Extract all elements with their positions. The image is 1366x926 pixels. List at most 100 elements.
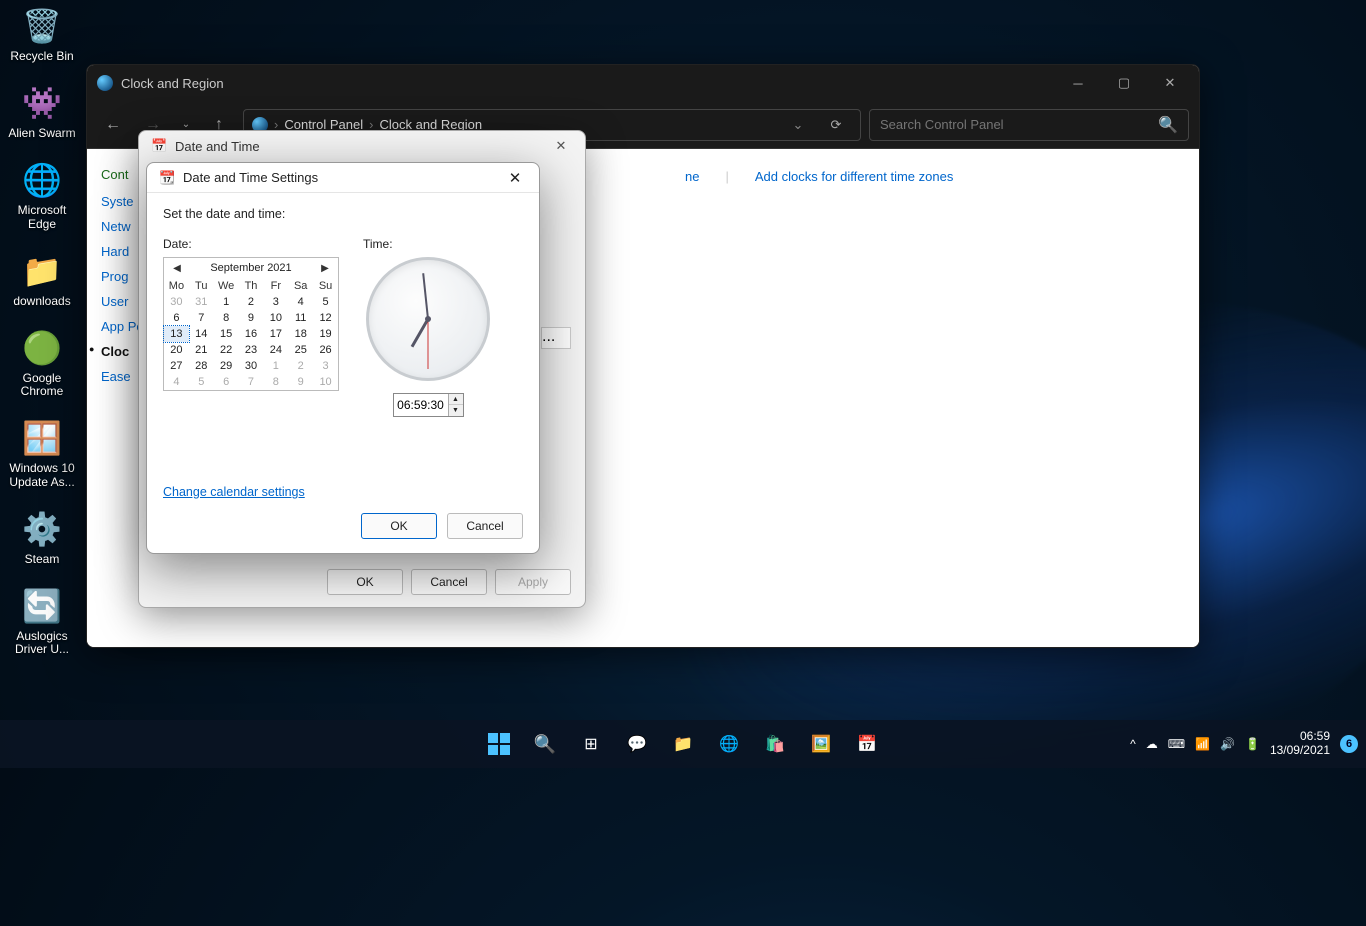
calendar-day[interactable]: 3 <box>263 294 288 310</box>
calendar-day[interactable]: 1 <box>214 294 239 310</box>
calendar-day[interactable]: 7 <box>239 374 264 390</box>
calendar-month[interactable]: September 2021 <box>210 262 291 274</box>
calendar-day[interactable]: 9 <box>288 374 313 390</box>
auslogics-icon: 🔄 <box>20 584 64 628</box>
link-add-clocks[interactable]: Add clocks for different time zones <box>755 169 953 184</box>
back-button[interactable]: ← <box>97 109 129 141</box>
edge-button[interactable]: 🌐 <box>709 724 749 764</box>
calendar-day[interactable]: 19 <box>313 326 338 342</box>
minimize-button[interactable]: ─ <box>1055 68 1101 98</box>
google-chrome-icon: 🟢 <box>20 326 64 370</box>
link-change-timezone-partial[interactable]: ne <box>685 169 699 184</box>
calendar[interactable]: ◀ September 2021 ▶ MoTuWeThFrSaSu3031123… <box>163 257 339 391</box>
maximize-button[interactable]: ▢ <box>1101 68 1147 98</box>
file-explorer-button[interactable]: 📁 <box>663 724 703 764</box>
desktop-icon-google-chrome[interactable]: 🟢Google Chrome <box>4 326 80 398</box>
calendar-day[interactable]: 16 <box>239 326 264 342</box>
calendar-day[interactable]: 23 <box>239 342 264 358</box>
calendar-day[interactable]: 4 <box>288 294 313 310</box>
tray-overflow-icon[interactable]: ^ <box>1130 737 1136 751</box>
chat-button[interactable]: 💬 <box>617 724 657 764</box>
calendar-day[interactable]: 30 <box>164 294 189 310</box>
volume-icon[interactable]: 🔊 <box>1220 737 1235 751</box>
desktop-icon-alien-swarm[interactable]: 👾Alien Swarm <box>4 81 80 140</box>
close-button[interactable]: ✕ <box>1147 68 1193 98</box>
calendar-day[interactable]: 4 <box>164 374 189 390</box>
time-input[interactable] <box>394 394 448 416</box>
desktop-icon-downloads[interactable]: 📁downloads <box>4 249 80 308</box>
desktop-icon-auslogics[interactable]: 🔄Auslogics Driver U... <box>4 584 80 656</box>
start-button[interactable] <box>479 724 519 764</box>
calendar-day[interactable]: 15 <box>214 326 239 342</box>
calendar-day[interactable]: 10 <box>313 374 338 390</box>
calendar-day[interactable]: 22 <box>214 342 239 358</box>
calendar-day[interactable]: 12 <box>313 310 338 326</box>
search-button[interactable]: 🔍 <box>525 724 565 764</box>
search-input[interactable] <box>880 117 1158 132</box>
time-spin-down[interactable]: ▼ <box>449 405 463 416</box>
calendar-day[interactable]: 2 <box>288 358 313 374</box>
keyboard-icon[interactable]: ⌨ <box>1168 737 1185 751</box>
calendar-day[interactable]: 21 <box>189 342 214 358</box>
search-icon[interactable]: 🔍 <box>1158 115 1178 135</box>
calendar-day[interactable]: 25 <box>288 342 313 358</box>
desktop-icon-label: Windows 10 Update As... <box>4 462 80 488</box>
dts-titlebar[interactable]: 📆 Date and Time Settings ✕ <box>147 163 539 193</box>
prev-month-button[interactable]: ◀ <box>170 263 184 274</box>
calendar-day[interactable]: 6 <box>164 310 189 326</box>
calendar-day[interactable]: 7 <box>189 310 214 326</box>
calendar-day[interactable]: 29 <box>214 358 239 374</box>
calendar-day[interactable]: 18 <box>288 326 313 342</box>
search-box[interactable]: 🔍 <box>869 109 1189 141</box>
calendar-day[interactable]: 1 <box>263 358 288 374</box>
task-view-button[interactable]: ⊞ <box>571 724 611 764</box>
calendar-day[interactable]: 14 <box>189 326 214 342</box>
wifi-icon[interactable]: 📶 <box>1195 737 1210 751</box>
change-calendar-settings-link[interactable]: Change calendar settings <box>163 485 305 499</box>
next-month-button[interactable]: ▶ <box>318 263 332 274</box>
dts-ok-button[interactable]: OK <box>361 513 437 539</box>
calendar-day[interactable]: 13 <box>164 326 189 342</box>
taskbar-clock[interactable]: 06:59 13/09/2021 <box>1270 730 1330 758</box>
battery-icon[interactable]: 🔋 <box>1245 737 1260 751</box>
calendar-day[interactable]: 8 <box>214 310 239 326</box>
calendar-day[interactable]: 24 <box>263 342 288 358</box>
calendar-day[interactable]: 11 <box>288 310 313 326</box>
close-button[interactable]: ✕ <box>543 134 579 158</box>
calendar-day[interactable]: 31 <box>189 294 214 310</box>
calendar-day[interactable]: 26 <box>313 342 338 358</box>
address-dropdown[interactable]: ⌄ <box>782 109 814 141</box>
desktop-icon-win10-update[interactable]: 🪟Windows 10 Update As... <box>4 416 80 488</box>
dt-cancel-button[interactable]: Cancel <box>411 569 487 595</box>
dts-cancel-button[interactable]: Cancel <box>447 513 523 539</box>
desktop-icon-microsoft-edge[interactable]: 🌐Microsoft Edge <box>4 158 80 230</box>
calendar-day[interactable]: 27 <box>164 358 189 374</box>
onedrive-icon[interactable]: ☁ <box>1146 737 1158 751</box>
calendar-day[interactable]: 9 <box>239 310 264 326</box>
calendar-day[interactable]: 8 <box>263 374 288 390</box>
app2-button[interactable]: 📅 <box>847 724 887 764</box>
calendar-day[interactable]: 3 <box>313 358 338 374</box>
calendar-day[interactable]: 6 <box>214 374 239 390</box>
calendar-day[interactable]: 5 <box>189 374 214 390</box>
calendar-day[interactable]: 30 <box>239 358 264 374</box>
calendar-day[interactable]: 10 <box>263 310 288 326</box>
app1-button[interactable]: 🖼️ <box>801 724 841 764</box>
partial-field[interactable]: ... <box>541 327 571 349</box>
calendar-day[interactable]: 20 <box>164 342 189 358</box>
desktop-icon-recycle-bin[interactable]: 🗑️Recycle Bin <box>4 4 80 63</box>
desktop-icon-steam[interactable]: ⚙️Steam <box>4 507 80 566</box>
store-button[interactable]: 🛍️ <box>755 724 795 764</box>
dt-titlebar[interactable]: 📅 Date and Time ✕ <box>139 131 585 161</box>
calendar-day[interactable]: 5 <box>313 294 338 310</box>
notification-badge[interactable]: 6 <box>1340 735 1358 753</box>
calendar-day[interactable]: 2 <box>239 294 264 310</box>
calendar-day[interactable]: 28 <box>189 358 214 374</box>
calendar-dow-header: Mo <box>164 278 189 294</box>
dt-ok-button[interactable]: OK <box>327 569 403 595</box>
calendar-day[interactable]: 17 <box>263 326 288 342</box>
time-spin-up[interactable]: ▲ <box>449 394 463 405</box>
refresh-button[interactable]: ⟳ <box>820 109 852 141</box>
close-button[interactable]: ✕ <box>497 165 533 191</box>
cp-titlebar[interactable]: Clock and Region ─ ▢ ✕ <box>87 65 1199 101</box>
